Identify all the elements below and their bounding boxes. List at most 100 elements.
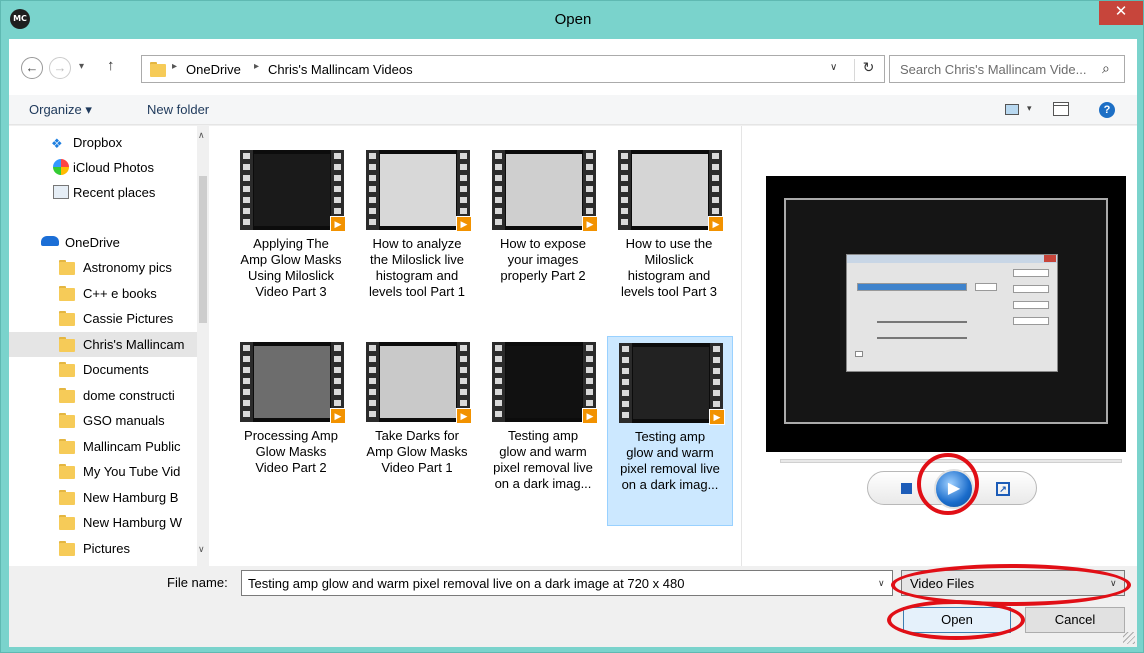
file-name: How to use the Miloslick histogram and leve… bbox=[607, 236, 731, 300]
filename-input[interactable]: Testing amp glow and warm pixel removal … bbox=[241, 570, 893, 596]
help-icon[interactable]: ? bbox=[1099, 102, 1115, 118]
navigation-bar: ← → ▾ ↑ ▸ OneDrive ▸ Chris's Mallincam V… bbox=[9, 39, 1137, 95]
breadcrumb-current-folder[interactable]: Chris's Mallincam Videos bbox=[268, 62, 413, 77]
thumbnail-screen bbox=[506, 154, 582, 226]
video-file-tile[interactable]: ▶ How to use the Miloslick histogram and lev… bbox=[607, 144, 733, 334]
search-icon[interactable]: ⌕ bbox=[1102, 60, 1110, 77]
video-file-tile[interactable]: ▶ Testing amp glow and warm pixel removal l… bbox=[481, 336, 607, 526]
file-name-line: levels tool Part 3 bbox=[620, 284, 718, 299]
video-thumbnail: ▶ bbox=[366, 342, 472, 424]
sidebar-folder-item[interactable]: dome constructi bbox=[9, 383, 199, 408]
sidebar-folder-item[interactable]: Chris's Mallincam bbox=[9, 331, 199, 357]
folder-icon bbox=[59, 464, 75, 479]
sidebar-folder-label: GSO manuals bbox=[83, 413, 165, 428]
recent-locations-dropdown[interactable]: ▾ bbox=[79, 61, 84, 72]
sidebar-folder-item[interactable]: GSO manuals bbox=[9, 408, 199, 433]
video-file-tile[interactable]: ▶ How to expose your images properly Part 2 bbox=[481, 144, 607, 334]
address-dropdown[interactable]: ∨ bbox=[830, 62, 837, 73]
play-badge-icon: ▶ bbox=[330, 408, 346, 424]
thumbnail-screen bbox=[380, 346, 456, 418]
up-button[interactable]: ↑ bbox=[107, 57, 115, 74]
folder-icon bbox=[59, 260, 75, 275]
sidebar-folder-item[interactable]: Documents bbox=[9, 357, 199, 382]
file-name: Take Darks for Amp Glow Masks Video Part 1 bbox=[355, 428, 479, 476]
annotation-circle-play bbox=[917, 453, 979, 515]
file-name-line: Amp Glow Masks bbox=[366, 444, 468, 459]
file-name: Testing amp glow and warm pixel removal li… bbox=[481, 428, 605, 492]
file-name: How to analyze the Miloslick live histogra… bbox=[355, 236, 479, 300]
sidebar-folder-item[interactable]: My You Tube Vid bbox=[9, 459, 199, 484]
address-bar[interactable]: ▸ OneDrive ▸ Chris's Mallincam Videos ∨ … bbox=[141, 55, 885, 83]
video-thumbnail: ▶ bbox=[240, 150, 346, 232]
sidebar-folder-item[interactable]: New Hamburg B bbox=[9, 485, 199, 510]
sidebar-item-dropbox[interactable]: ❖ Dropbox bbox=[9, 130, 199, 155]
file-name-line: pixel removal live bbox=[620, 461, 720, 476]
play-badge-icon: ▶ bbox=[582, 408, 598, 424]
video-dialog-button bbox=[1013, 301, 1049, 309]
icloud-photos-icon bbox=[53, 159, 69, 175]
back-button[interactable]: ← bbox=[21, 57, 43, 79]
file-name-line: your images bbox=[507, 252, 579, 267]
forward-button[interactable]: → bbox=[49, 57, 71, 79]
file-name: Processing Amp Glow Masks Video Part 2 bbox=[229, 428, 353, 476]
refresh-button[interactable]: ↻ bbox=[854, 59, 882, 81]
sidebar-folder-label: Documents bbox=[83, 362, 149, 377]
scroll-down-icon[interactable]: ∨ bbox=[198, 544, 205, 555]
file-grid: ▶ Applying The Amp Glow Masks Using Milosli… bbox=[219, 126, 739, 566]
thumbnail-screen bbox=[633, 347, 709, 419]
sidebar-scroll-thumb[interactable] bbox=[199, 176, 207, 323]
thumbnail-screen bbox=[380, 154, 456, 226]
sidebar-folder-item[interactable]: Cassie Pictures bbox=[9, 306, 199, 331]
recent-places-icon bbox=[53, 185, 69, 199]
file-name-line: Processing Amp bbox=[244, 428, 338, 443]
sidebar-folder-item[interactable]: C++ e books bbox=[9, 281, 199, 306]
view-options-dropdown[interactable]: ▾ bbox=[1027, 103, 1032, 114]
organize-menu[interactable]: Organize ▾ bbox=[29, 102, 92, 118]
sidebar-item-recent-places[interactable]: Recent places bbox=[9, 180, 199, 205]
preview-pane: ▶ ↗ bbox=[741, 126, 1137, 566]
preview-pane-icon[interactable] bbox=[1053, 102, 1069, 116]
sidebar-folder-item[interactable]: Mallincam Public bbox=[9, 434, 199, 459]
sidebar-item-icloud-photos[interactable]: iCloud Photos bbox=[9, 155, 199, 180]
video-file-tile[interactable]: ▶ Take Darks for Amp Glow Masks Video Part … bbox=[355, 336, 481, 526]
file-name-line: How to use the bbox=[625, 236, 713, 251]
breadcrumb-onedrive[interactable]: OneDrive bbox=[186, 62, 241, 77]
resize-grip[interactable] bbox=[1123, 632, 1135, 644]
file-name-line: on a dark imag... bbox=[621, 477, 719, 492]
file-name-line: on a dark imag... bbox=[494, 476, 592, 491]
play-badge-icon: ▶ bbox=[709, 409, 725, 425]
stop-icon[interactable] bbox=[901, 483, 912, 494]
sidebar-folder-item[interactable]: Astronomy pics bbox=[9, 255, 199, 280]
video-file-tile[interactable]: ▶ Testing amp glow and warm pixel removal l… bbox=[607, 336, 733, 526]
play-badge-icon: ▶ bbox=[582, 216, 598, 232]
popout-icon[interactable]: ↗ bbox=[996, 482, 1010, 496]
bottom-panel: File name: Testing amp glow and warm pix… bbox=[9, 564, 1137, 647]
scroll-up-icon[interactable]: ∧ bbox=[198, 130, 205, 141]
thumbnail-screen bbox=[632, 154, 708, 226]
filename-dropdown[interactable]: ∨ bbox=[878, 578, 885, 589]
title-bar[interactable]: MC Open ✕ bbox=[1, 1, 1144, 39]
sidebar-folder-item[interactable]: New Hamburg W bbox=[9, 510, 199, 535]
close-button[interactable]: ✕ bbox=[1099, 1, 1143, 25]
change-view-icon[interactable] bbox=[1005, 104, 1019, 115]
video-file-tile[interactable]: ▶ Applying The Amp Glow Masks Using Milosli… bbox=[229, 144, 355, 334]
new-folder-button[interactable]: New folder bbox=[147, 102, 209, 117]
sidebar-item-onedrive[interactable]: OneDrive bbox=[9, 230, 199, 255]
folder-icon bbox=[59, 285, 75, 301]
video-file-tile[interactable]: ▶ Processing Amp Glow Masks Video Part 2 bbox=[229, 336, 355, 526]
search-box[interactable]: Search Chris's Mallincam Vide... ⌕ bbox=[889, 55, 1125, 83]
folder-icon bbox=[59, 362, 75, 377]
video-preview[interactable] bbox=[766, 176, 1126, 452]
video-thumbnail: ▶ bbox=[366, 150, 472, 232]
video-thumbnail: ▶ bbox=[492, 150, 598, 232]
video-file-tile[interactable]: ▶ How to analyze the Miloslick live histogr… bbox=[355, 144, 481, 334]
sidebar-folder-item[interactable]: Pictures bbox=[9, 536, 199, 561]
cancel-button[interactable]: Cancel bbox=[1025, 607, 1125, 633]
file-name-line: Testing amp bbox=[507, 428, 579, 443]
filename-label: File name: bbox=[167, 575, 228, 590]
file-name-line: Miloslick bbox=[644, 252, 694, 267]
file-name-line: Using Miloslick bbox=[248, 268, 334, 283]
video-dialog-screenshot bbox=[846, 254, 1058, 372]
play-badge-icon: ▶ bbox=[456, 216, 472, 232]
video-dialog-slider bbox=[877, 321, 967, 323]
